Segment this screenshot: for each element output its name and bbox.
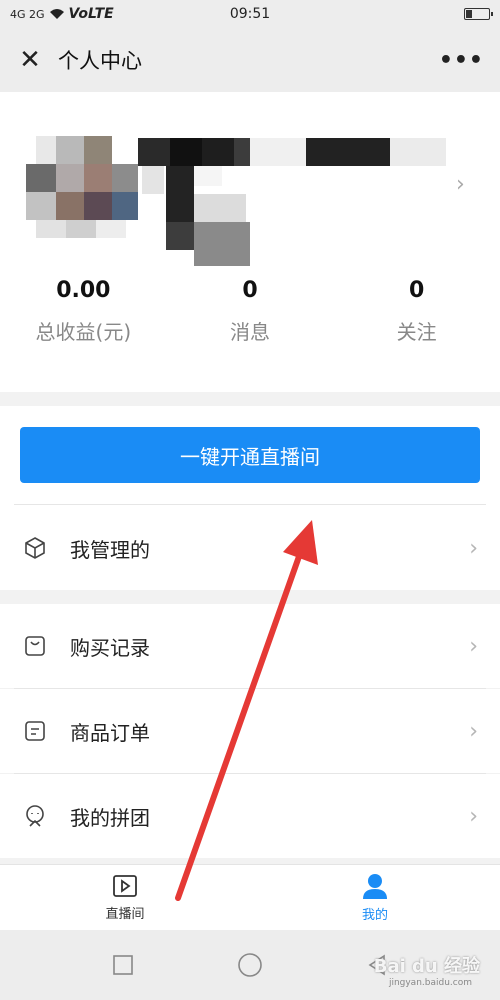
menu-item-orders[interactable]: 商品订单 › <box>0 689 500 773</box>
document-icon <box>22 718 48 744</box>
profile-card[interactable]: › 0.00 总收益(元) 0 消息 0 关注 <box>0 92 500 392</box>
home-icon[interactable] <box>237 952 263 978</box>
stat-value: 0 <box>242 278 258 303</box>
tab-label: 直播间 <box>105 907 145 922</box>
close-icon[interactable]: ✕ <box>16 45 44 75</box>
recent-apps-icon[interactable] <box>112 954 134 976</box>
chevron-right-icon: › <box>469 803 478 829</box>
menu-label: 购买记录 <box>70 635 150 660</box>
stat-value: 0.00 <box>56 278 111 303</box>
cube-icon <box>22 535 48 561</box>
network-type: VoLTE <box>68 6 114 22</box>
chevron-right-icon: › <box>469 718 478 744</box>
divider <box>14 504 486 505</box>
play-box-icon <box>113 875 137 897</box>
section-gap <box>0 590 500 604</box>
more-options-button[interactable]: ••• <box>439 48 484 73</box>
open-live-room-button[interactable]: 一键开通直播间 <box>20 427 480 483</box>
signal-text: 4G 2G <box>10 7 45 21</box>
stat-follows[interactable]: 0 关注 <box>333 278 500 345</box>
menu-item-manage[interactable]: 我管理的 › <box>0 506 500 590</box>
chevron-right-icon: › <box>469 633 478 659</box>
menu-label: 我的拼团 <box>70 805 150 830</box>
stats-row: 0.00 总收益(元) 0 消息 0 关注 <box>0 278 500 345</box>
menu-label: 我管理的 <box>70 537 150 562</box>
stat-label: 总收益(元) <box>35 320 132 344</box>
menu-item-group-buy[interactable]: 我的拼团 › <box>0 774 500 858</box>
group-icon <box>22 803 48 829</box>
watermark-url: jingyan.baidu.com <box>388 978 472 988</box>
menu-label: 商品订单 <box>70 720 150 745</box>
bottom-tab-bar: 直播间 我的 <box>0 864 500 930</box>
stat-label: 关注 <box>396 320 437 344</box>
stat-value: 0 <box>409 278 425 303</box>
stat-earnings[interactable]: 0.00 总收益(元) <box>0 278 167 345</box>
tab-label: 我的 <box>361 908 388 923</box>
top-nav: ✕ 个人中心 ••• <box>0 28 500 92</box>
stat-messages[interactable]: 0 消息 <box>167 278 334 345</box>
battery-icon <box>464 8 493 20</box>
menu-item-purchases[interactable]: 购买记录 › <box>0 604 500 688</box>
status-bar: 4G 2G VoLTE 09:51 <box>0 0 500 28</box>
person-icon <box>363 874 387 899</box>
page-title: 个人中心 <box>58 49 142 73</box>
chevron-right-icon: › <box>469 535 478 561</box>
stat-label: 消息 <box>230 320 270 344</box>
wifi-icon <box>49 9 64 19</box>
watermark: Bai du 经验 <box>373 956 480 977</box>
section-gap <box>0 392 500 406</box>
tab-live-room[interactable]: 直播间 <box>0 865 250 930</box>
chevron-right-icon: › <box>456 172 465 197</box>
signal-indicators: 4G 2G VoLTE <box>10 6 114 22</box>
shopping-bag-icon <box>22 633 48 659</box>
tab-mine[interactable]: 我的 <box>250 865 500 930</box>
